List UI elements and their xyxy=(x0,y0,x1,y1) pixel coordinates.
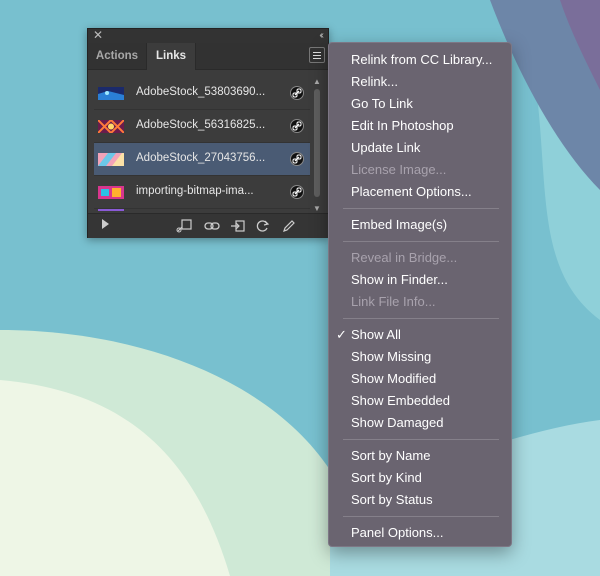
menu-item-update-link[interactable]: Update Link xyxy=(351,140,420,156)
panel-title-bar: ✕ ‹‹ xyxy=(88,28,328,43)
menu-item-relink[interactable]: Relink... xyxy=(351,74,398,90)
menu-item-show-modified[interactable]: Show Modified xyxy=(351,371,436,387)
tab-actions[interactable]: Actions xyxy=(88,43,146,69)
menu-item-license-image: License Image... xyxy=(351,162,447,177)
tab-links[interactable]: Links xyxy=(146,43,196,70)
link-thumbnail xyxy=(98,186,124,199)
link-thumbnail xyxy=(98,209,124,211)
collapse-panel-icon[interactable]: ‹‹ xyxy=(319,29,323,43)
link-thumbnail xyxy=(98,87,124,100)
menu-item-embed-images[interactable]: Embed Image(s) xyxy=(351,217,447,233)
links-panel: ✕ ‹‹ Actions Links AdobeStock_53803690..… xyxy=(87,28,329,238)
menu-item-link-file-info: Link File Info... xyxy=(351,294,436,309)
panel-menu-button[interactable] xyxy=(309,47,325,63)
menu-item-sort-by-name[interactable]: Sort by Name xyxy=(351,448,430,464)
relink-icon[interactable] xyxy=(204,219,220,233)
menu-item-panel-options[interactable]: Panel Options... xyxy=(351,525,444,541)
menu-item-show-damaged[interactable]: Show Damaged xyxy=(351,415,444,431)
menu-item-reveal-in-bridge: Reveal in Bridge... xyxy=(351,250,458,265)
link-row-partial[interactable] xyxy=(94,209,310,211)
checkmark-icon: ✓ xyxy=(336,327,347,342)
menu-separator xyxy=(343,516,499,517)
link-icon xyxy=(290,86,304,100)
scroll-thumb[interactable] xyxy=(314,89,320,197)
link-thumbnail xyxy=(98,120,124,133)
menu-item-show-missing[interactable]: Show Missing xyxy=(351,349,431,365)
menu-item-edit-in-photoshop[interactable]: Edit In Photoshop xyxy=(351,118,454,134)
play-icon[interactable] xyxy=(102,219,109,229)
link-row-selected[interactable]: AdobeStock_27043756... xyxy=(94,143,310,176)
link-icon xyxy=(290,185,304,199)
update-link-icon[interactable] xyxy=(256,219,270,233)
menu-separator xyxy=(343,241,499,242)
link-file-name: importing-bitmap-ima... xyxy=(136,185,254,197)
panel-tab-bar: Actions Links xyxy=(88,43,328,70)
panel-footer-toolbar xyxy=(88,213,328,238)
menu-separator xyxy=(343,208,499,209)
link-row[interactable]: importing-bitmap-ima... xyxy=(94,176,310,209)
link-file-name: AdobeStock_53803690... xyxy=(136,86,266,98)
links-scrollbar[interactable]: ▲ ▼ xyxy=(312,77,322,213)
menu-item-show-embedded[interactable]: Show Embedded xyxy=(351,393,450,409)
menu-item-sort-by-kind[interactable]: Sort by Kind xyxy=(351,470,422,486)
menu-separator xyxy=(343,318,499,319)
menu-item-go-to-link[interactable]: Go To Link xyxy=(351,96,413,112)
menu-separator xyxy=(343,439,499,440)
scroll-up-icon[interactable]: ▲ xyxy=(313,77,321,86)
menu-item-sort-by-status[interactable]: Sort by Status xyxy=(351,492,433,508)
edit-original-icon[interactable] xyxy=(282,219,296,233)
menu-item-show-all[interactable]: Show All xyxy=(351,327,401,343)
close-panel-icon[interactable]: ✕ xyxy=(93,28,103,42)
scroll-down-icon[interactable]: ▼ xyxy=(313,204,321,213)
link-icon xyxy=(290,119,304,133)
link-row[interactable]: AdobeStock_53803690... xyxy=(94,77,310,110)
link-icon xyxy=(290,152,304,166)
links-list: AdobeStock_53803690... AdobeStock_563168… xyxy=(94,77,310,211)
links-panel-flyout-menu: Relink from CC Library... Relink... Go T… xyxy=(328,42,512,547)
link-file-name: AdobeStock_56316825... xyxy=(136,119,266,131)
relink-cc-icon[interactable] xyxy=(176,219,194,233)
goto-link-icon[interactable] xyxy=(230,219,246,233)
link-thumbnail xyxy=(98,153,124,166)
menu-item-placement-options[interactable]: Placement Options... xyxy=(351,184,472,200)
link-row[interactable]: AdobeStock_56316825... xyxy=(94,110,310,143)
menu-item-relink-from-cc-library[interactable]: Relink from CC Library... xyxy=(351,52,492,68)
menu-item-show-in-finder[interactable]: Show in Finder... xyxy=(351,272,448,288)
link-file-name: AdobeStock_27043756... xyxy=(136,152,266,164)
